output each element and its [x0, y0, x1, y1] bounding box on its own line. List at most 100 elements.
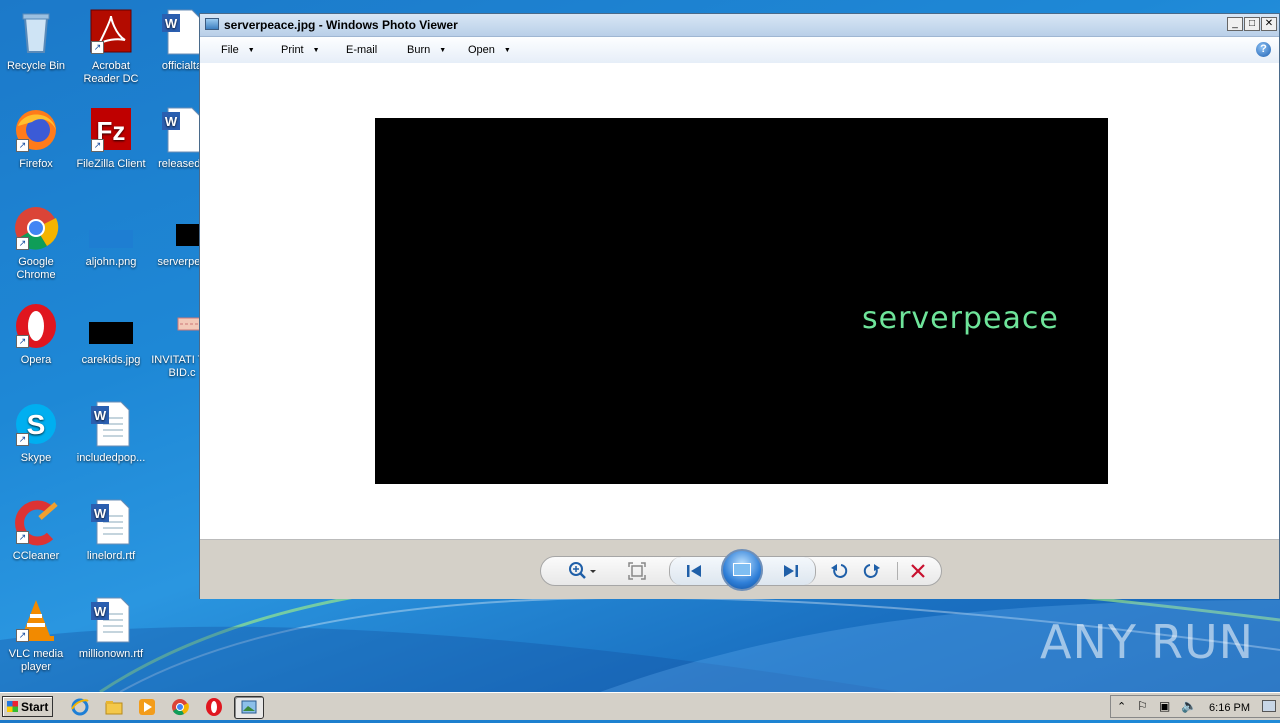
slideshow-button[interactable]: [721, 549, 763, 591]
desktop-icon-includedpop[interactable]: W includedpop...: [73, 400, 149, 465]
delete-button[interactable]: [908, 561, 928, 581]
fit-window-icon: [628, 562, 646, 580]
clock[interactable]: 6:16 PM: [1209, 702, 1250, 714]
show-desktop-icon[interactable]: [1262, 700, 1276, 712]
menu-burn[interactable]: Burn ▼: [407, 44, 446, 56]
desktop-icon-label: CCleaner: [12, 550, 60, 562]
chrome-taskbar-icon[interactable]: [170, 697, 190, 717]
magnifier-icon: [569, 562, 596, 579]
svg-text:S: S: [27, 409, 46, 440]
minimize-button[interactable]: _: [1227, 17, 1243, 31]
maximize-button[interactable]: □: [1244, 17, 1260, 31]
photo-viewer-app-icon: [205, 18, 219, 30]
system-tray: ⌃ ⚐ ▣ 🔈 6:16 PM: [1110, 695, 1280, 718]
rotate-clockwise-button[interactable]: [862, 561, 882, 581]
shortcut-arrow-icon: ↗: [16, 433, 29, 446]
toolbar-separator: [897, 562, 898, 580]
desktop-icon-filezilla[interactable]: Fz ↗ FileZilla Client: [73, 106, 149, 171]
media-player-icon[interactable]: [137, 697, 157, 717]
acrobat-icon: ↗: [87, 8, 135, 56]
rotate-counterclockwise-button[interactable]: [829, 561, 849, 581]
svg-text:W: W: [94, 506, 107, 521]
desktop-icon-label: millionown.rtf: [78, 648, 144, 660]
photo-viewer-taskbar-button[interactable]: [234, 696, 264, 719]
watermark-text-right: RUN: [1150, 615, 1255, 669]
file-explorer-icon[interactable]: [104, 697, 124, 717]
actual-size-button[interactable]: [627, 561, 647, 581]
network-icon[interactable]: ▣: [1159, 699, 1170, 713]
show-hidden-icons-icon[interactable]: ⌃: [1117, 700, 1126, 713]
desktop-icon-aljohn[interactable]: aljohn.png: [73, 204, 149, 269]
word-document-icon: W: [87, 498, 135, 546]
desktop-icon-linelord[interactable]: W linelord.rtf: [73, 498, 149, 563]
previous-icon: [687, 565, 701, 577]
anyrun-watermark: ANY RUN: [1040, 612, 1253, 672]
internet-explorer-icon[interactable]: [70, 697, 90, 717]
title-bar[interactable]: serverpeace.jpg - Windows Photo Viewer _…: [200, 14, 1279, 37]
next-button[interactable]: [781, 561, 801, 581]
delete-x-icon: [911, 564, 925, 578]
rotate-left-icon: [831, 564, 848, 578]
desktop-icon-label: FileZilla Client: [76, 158, 146, 170]
opera-taskbar-icon[interactable]: [204, 697, 224, 717]
menu-file[interactable]: File ▼: [221, 44, 255, 56]
previous-button[interactable]: [684, 561, 704, 581]
shortcut-arrow-icon: ↗: [91, 41, 104, 54]
rotate-right-icon: [863, 564, 880, 578]
desktop-icon-label: Acrobat Reader DC: [83, 60, 139, 85]
desktop-icon-label: Recycle Bin: [6, 60, 66, 72]
start-button[interactable]: Start: [2, 696, 53, 717]
watermark-text-left: ANY: [1040, 615, 1137, 669]
desktop-icon-acrobat[interactable]: ↗ Acrobat Reader DC: [73, 8, 149, 86]
volume-icon[interactable]: 🔈: [1181, 698, 1197, 714]
menu-print[interactable]: Print ▼: [281, 44, 320, 56]
word-document-icon: W: [87, 400, 135, 448]
chevron-down-icon: ▼: [503, 46, 511, 54]
desktop-icon-label: aljohn.png: [85, 256, 137, 268]
image-thumbnail-icon: [87, 302, 135, 350]
zoom-button[interactable]: [567, 561, 599, 581]
action-center-flag-icon[interactable]: ⚐: [1137, 699, 1148, 713]
shortcut-arrow-icon: ↗: [16, 139, 29, 152]
photo-viewer-window: serverpeace.jpg - Windows Photo Viewer _…: [199, 13, 1280, 599]
desktop-icon-millionown[interactable]: W millionown.rtf: [73, 596, 149, 661]
menu-email[interactable]: E-mail: [346, 44, 377, 56]
desktop-icon-vlc[interactable]: ↗ VLC media player: [0, 596, 74, 674]
desktop-icon-recycle-bin[interactable]: Recycle Bin: [0, 8, 74, 73]
desktop-icon-firefox[interactable]: ↗ Firefox: [0, 106, 74, 171]
svg-text:W: W: [165, 114, 178, 129]
image-view-area: serverpeace: [200, 63, 1279, 538]
next-icon: [784, 565, 798, 577]
chevron-down-icon: ▼: [247, 46, 255, 54]
desktop-icon-label: Opera: [20, 354, 52, 366]
shortcut-arrow-icon: ↗: [16, 335, 29, 348]
slideshow-icon: [733, 563, 751, 576]
svg-text:W: W: [94, 408, 107, 423]
vlc-cone-icon: ↗: [12, 596, 60, 644]
menu-label: Print: [281, 44, 304, 56]
desktop-icon-ccleaner[interactable]: ↗ CCleaner: [0, 498, 74, 563]
close-window-button[interactable]: ✕: [1261, 17, 1277, 31]
filezilla-icon: Fz ↗: [87, 106, 135, 154]
desktop-icon-label: Skype: [20, 452, 52, 464]
desktop-icon-label: linelord.rtf: [86, 550, 136, 562]
desktop-icon-carekids[interactable]: carekids.jpg: [73, 302, 149, 367]
menu-label: E-mail: [346, 44, 378, 56]
menu-label: Burn: [407, 44, 431, 56]
displayed-photo: serverpeace: [375, 118, 1108, 484]
desktop-icon-opera[interactable]: ↗ Opera: [0, 302, 74, 367]
desktop-icon-label: Google Chrome: [16, 256, 56, 281]
window-title: serverpeace.jpg - Windows Photo Viewer: [224, 18, 458, 32]
desktop-icon-label: VLC media player: [8, 648, 64, 673]
menu-open[interactable]: Open ▼: [468, 44, 511, 56]
control-pill: [540, 549, 942, 591]
desktop-icon-label: includedpop...: [76, 452, 146, 464]
image-thumbnail-icon: [87, 204, 135, 252]
shortcut-arrow-icon: ↗: [16, 237, 29, 250]
help-icon[interactable]: ?: [1256, 42, 1271, 57]
photo-caption-text: serverpeace: [862, 301, 1059, 336]
desktop-icon-google-chrome[interactable]: ↗ Google Chrome: [0, 204, 74, 282]
control-bar: [200, 539, 1279, 599]
skype-icon: S ↗: [12, 400, 60, 448]
desktop-icon-skype[interactable]: S ↗ Skype: [0, 400, 74, 465]
